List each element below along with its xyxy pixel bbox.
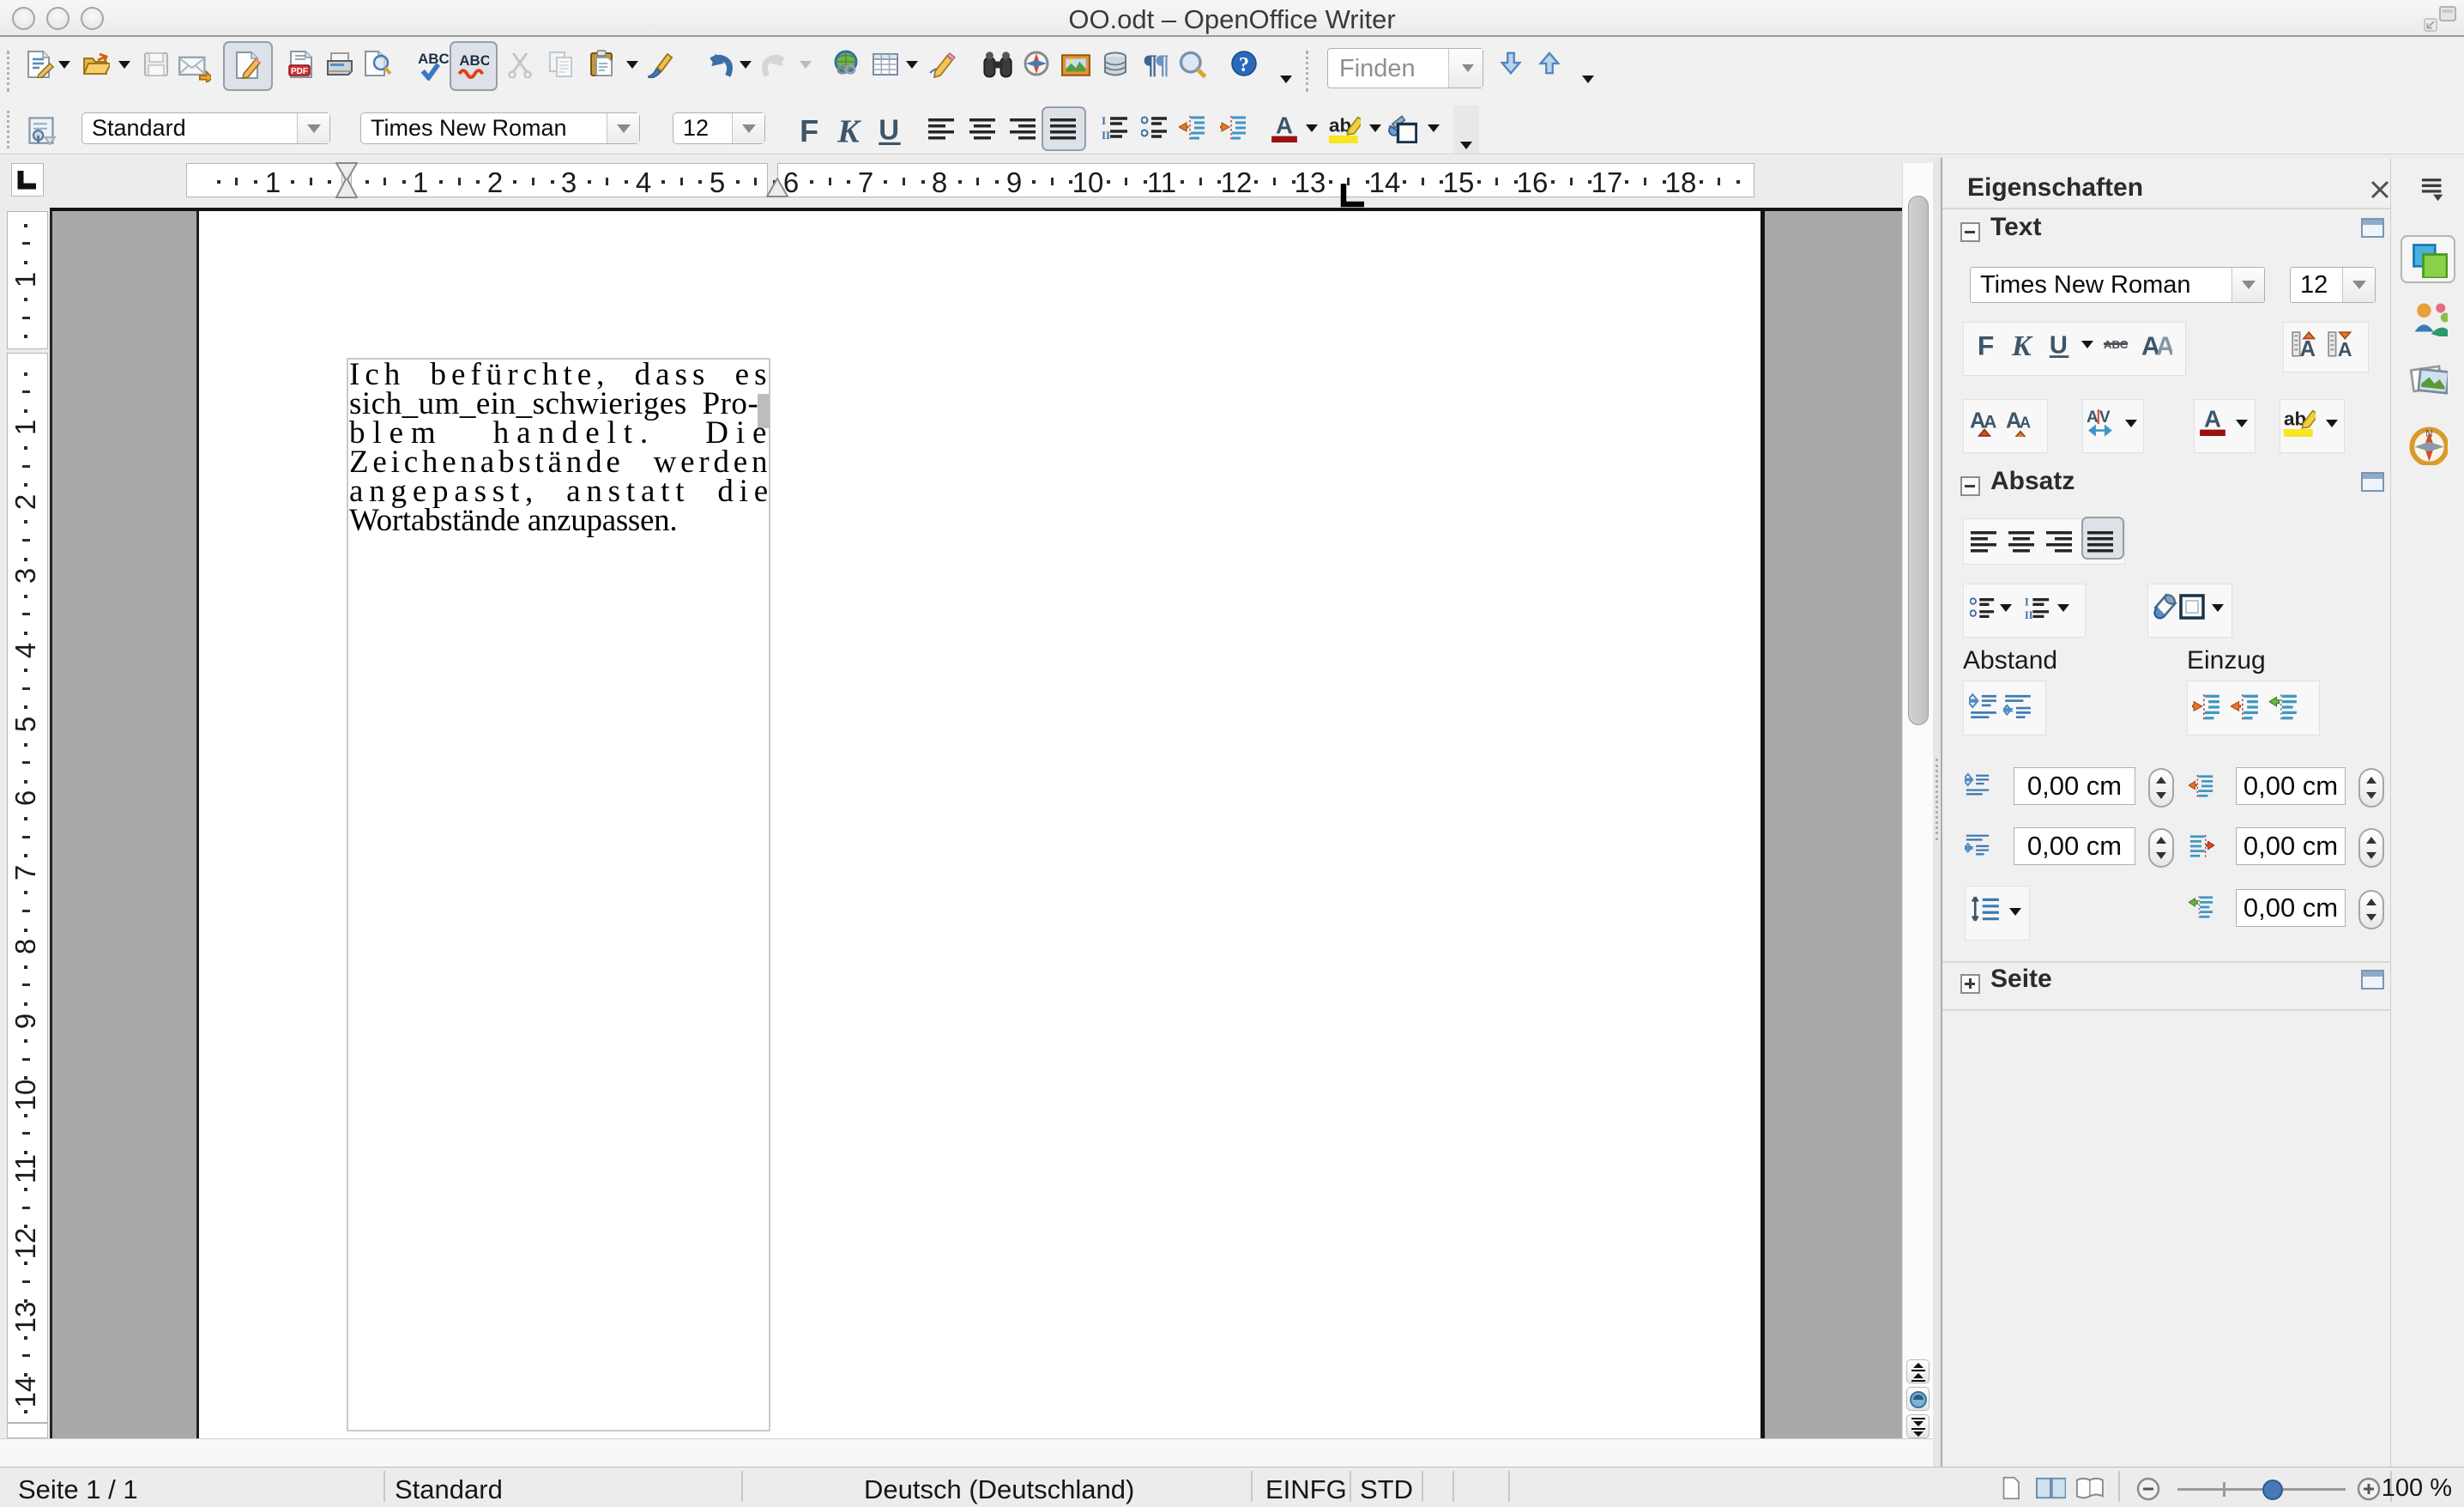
svg-text:F: F [800, 113, 818, 148]
svg-text:A: A [1984, 411, 1996, 432]
svg-text:?: ? [1239, 54, 1249, 76]
svg-text:I: I [1102, 114, 1106, 127]
svg-text:N: N [2425, 429, 2432, 439]
svg-text:I: I [2025, 596, 2029, 608]
svg-text:K: K [2011, 330, 2033, 361]
svg-text:A: A [2156, 332, 2172, 360]
svg-text:A: A [2020, 414, 2031, 431]
svg-text:A: A [2338, 338, 2352, 360]
svg-text:A: A [2204, 406, 2221, 432]
svg-text:U: U [879, 114, 899, 146]
svg-text:F: F [1978, 330, 1994, 360]
svg-text:A: A [2087, 409, 2099, 427]
svg-text:V: V [2099, 409, 2111, 427]
svg-text:PDF: PDF [291, 67, 308, 76]
svg-text:U: U [2050, 331, 2068, 359]
svg-text:A: A [2300, 337, 2316, 360]
svg-text:¶: ¶ [1155, 50, 1169, 80]
svg-text:ABC: ABC [459, 52, 489, 69]
svg-text:II: II [2025, 609, 2033, 621]
svg-text:K: K [836, 114, 861, 148]
svg-text:II: II [1102, 129, 1110, 142]
svg-text:ABC: ABC [418, 51, 450, 67]
svg-text:A: A [1276, 112, 1293, 138]
